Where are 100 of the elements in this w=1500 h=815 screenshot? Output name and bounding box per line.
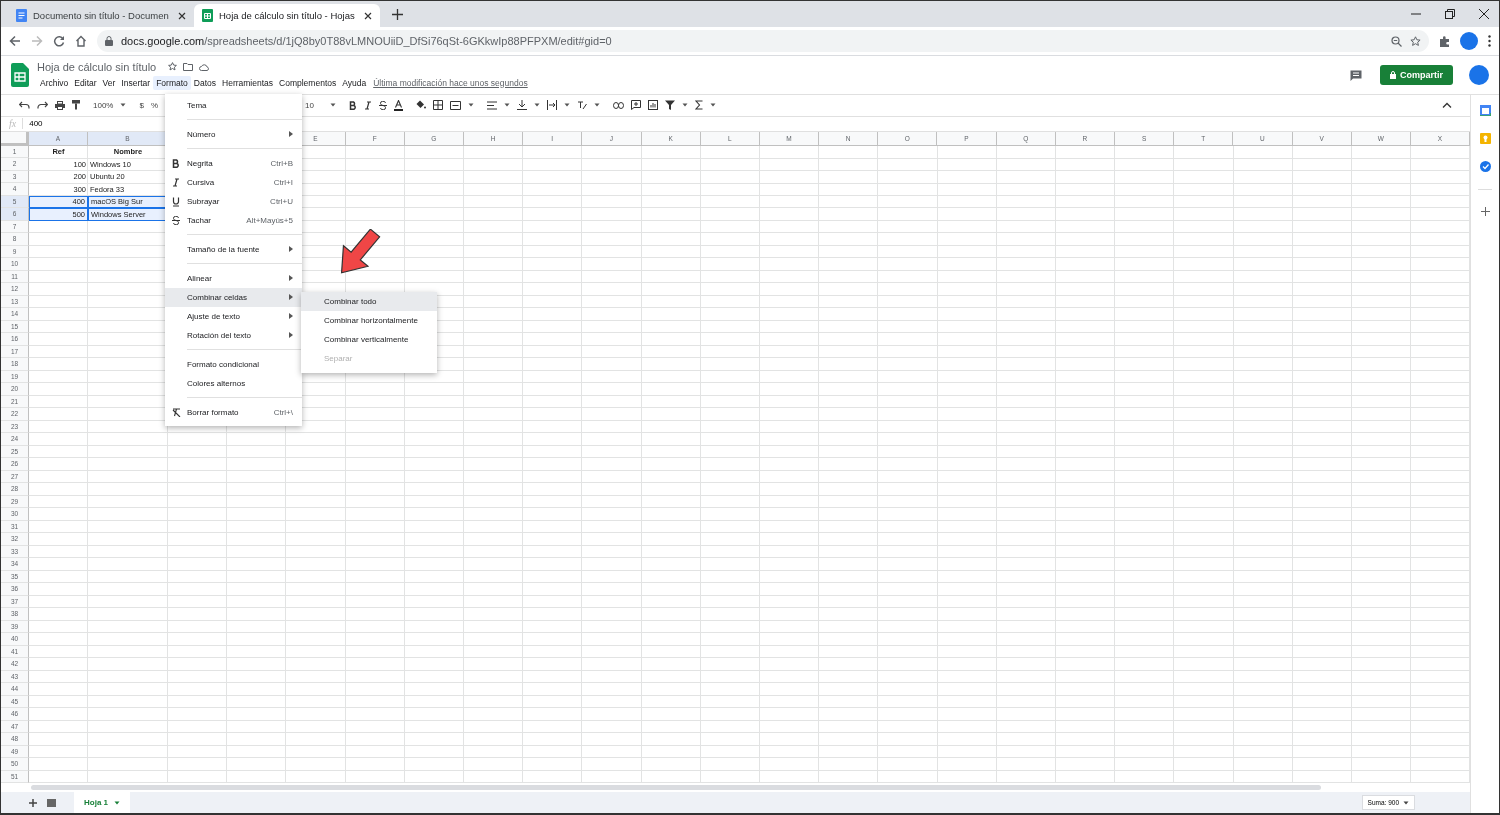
reload-icon[interactable] bbox=[53, 35, 65, 47]
new-tab-icon[interactable] bbox=[392, 8, 403, 20]
add-sheet-icon[interactable] bbox=[29, 798, 37, 807]
spreadsheet-icon bbox=[202, 9, 213, 22]
link-icon[interactable] bbox=[613, 101, 625, 109]
menu-item[interactable]: Archivo bbox=[37, 75, 72, 90]
caret-icon[interactable] bbox=[710, 103, 717, 108]
tasks-icon[interactable] bbox=[1479, 161, 1491, 172]
close-icon[interactable] bbox=[178, 11, 186, 20]
browser-tab[interactable]: Documento sin título - Documen bbox=[8, 4, 194, 27]
zoom-out-icon[interactable] bbox=[1391, 35, 1402, 47]
caret-icon[interactable] bbox=[120, 103, 127, 108]
bold-icon bbox=[172, 158, 180, 168]
star-icon[interactable] bbox=[1410, 35, 1421, 47]
menu-item[interactable]: Insertar bbox=[118, 75, 154, 90]
menu-item[interactable]: Datos bbox=[190, 75, 220, 90]
close-icon[interactable] bbox=[364, 11, 372, 20]
italic-icon[interactable] bbox=[364, 100, 373, 110]
redo-icon[interactable] bbox=[37, 101, 48, 110]
comment-icon[interactable] bbox=[631, 100, 642, 111]
sigma-icon[interactable] bbox=[695, 100, 704, 111]
menu-item[interactable]: Complementos bbox=[276, 75, 340, 90]
vertical-align-icon[interactable] bbox=[517, 100, 528, 111]
lock-icon bbox=[1390, 71, 1396, 79]
last-modified-link[interactable]: Última modificación hace unos segundos bbox=[373, 77, 528, 88]
sheet-tab[interactable]: Hoja 1 bbox=[74, 792, 130, 813]
borders-icon[interactable] bbox=[433, 100, 444, 111]
menu-item[interactable]: Formato bbox=[153, 75, 191, 90]
menu-item[interactable]: Combinar verticalmente bbox=[301, 330, 437, 349]
profile-avatar[interactable] bbox=[1460, 32, 1478, 50]
cloud-icon[interactable] bbox=[199, 62, 210, 71]
underline-icon bbox=[172, 196, 180, 207]
comment-icon[interactable] bbox=[1350, 69, 1362, 81]
menu-item[interactable]: Subrayar Ctrl+U bbox=[165, 191, 302, 211]
align-icon[interactable] bbox=[487, 100, 498, 110]
clear-format-icon bbox=[172, 407, 181, 417]
font-size-dropdown[interactable]: 10 bbox=[305, 100, 324, 110]
folder-icon[interactable] bbox=[183, 62, 194, 71]
print-icon[interactable] bbox=[55, 100, 65, 110]
caret-icon[interactable] bbox=[504, 103, 511, 108]
home-icon[interactable] bbox=[75, 35, 87, 47]
function-label: fx bbox=[9, 118, 24, 129]
caret-icon[interactable] bbox=[468, 103, 475, 108]
menu-item[interactable]: Cursiva Ctrl+I bbox=[165, 172, 302, 192]
paint-format-icon[interactable] bbox=[72, 100, 80, 111]
menu-item[interactable]: Tamaño de la fuente bbox=[165, 239, 302, 259]
sheet-list-icon[interactable] bbox=[47, 798, 56, 807]
menu-item[interactable]: Alinear bbox=[165, 268, 302, 288]
strikethrough-icon bbox=[172, 215, 180, 225]
caret-icon[interactable] bbox=[594, 103, 601, 108]
menu-item[interactable]: Editar bbox=[71, 75, 100, 90]
caret-icon[interactable] bbox=[330, 103, 337, 108]
menu-item[interactable]: Colores alternos bbox=[165, 373, 302, 393]
menu-item[interactable]: Combinar celdas bbox=[165, 287, 302, 307]
chart-icon[interactable] bbox=[648, 100, 659, 111]
caret-icon[interactable] bbox=[564, 103, 571, 108]
add-icon[interactable] bbox=[1480, 207, 1490, 216]
menu-item[interactable]: Tema bbox=[165, 95, 302, 115]
zoom-dropdown[interactable]: 100% bbox=[93, 100, 114, 110]
undo-icon[interactable] bbox=[19, 101, 30, 110]
percent-button[interactable]: % bbox=[150, 100, 159, 110]
menu-item[interactable]: Combinar horizontalmente bbox=[301, 311, 437, 330]
browser-tab[interactable]: Hoja de cálculo sin título - Hojas bbox=[194, 4, 380, 27]
lock-icon bbox=[105, 36, 113, 46]
text-color-icon[interactable] bbox=[394, 99, 404, 111]
fill-color-icon[interactable] bbox=[416, 100, 427, 111]
profile-avatar[interactable] bbox=[1469, 65, 1489, 85]
caret-icon[interactable] bbox=[682, 103, 689, 108]
menu-item[interactable]: Ajuste de texto bbox=[165, 306, 302, 326]
puzzle-icon[interactable] bbox=[1439, 35, 1450, 47]
caret-icon[interactable] bbox=[534, 103, 541, 108]
menu-item[interactable]: Formato condicional bbox=[165, 354, 302, 374]
merge-cells-icon[interactable] bbox=[450, 100, 462, 110]
filter-icon[interactable] bbox=[665, 100, 676, 111]
strikethrough-icon[interactable] bbox=[379, 100, 388, 110]
caret-icon bbox=[114, 800, 120, 805]
menu-item[interactable]: Herramientas bbox=[219, 75, 277, 90]
scrollbar[interactable] bbox=[31, 785, 1321, 790]
menu-item[interactable]: Negrita Ctrl+B bbox=[165, 153, 302, 173]
document-title[interactable]: Hoja de cálculo sin título bbox=[37, 60, 157, 73]
menu-item[interactable]: Tachar Alt+Mayús+5 bbox=[165, 210, 302, 230]
menu-item[interactable]: Combinar todo bbox=[301, 292, 437, 311]
bold-icon[interactable] bbox=[349, 100, 358, 110]
text-rotation-icon[interactable] bbox=[577, 100, 588, 111]
restore-icon[interactable] bbox=[1445, 9, 1455, 19]
menu-item[interactable]: Ayuda bbox=[339, 75, 370, 90]
close-icon[interactable] bbox=[1479, 9, 1489, 19]
sheets-logo-icon bbox=[11, 63, 29, 87]
text-wrap-icon[interactable] bbox=[547, 100, 558, 111]
menu-item[interactable]: Borrar formato Ctrl+\ bbox=[165, 402, 302, 422]
share-button[interactable]: Compartir bbox=[1380, 65, 1453, 85]
currency-button[interactable]: $ bbox=[139, 100, 144, 110]
back-icon[interactable] bbox=[9, 35, 21, 47]
more-icon[interactable] bbox=[1488, 35, 1491, 47]
menu-item[interactable]: Ver bbox=[99, 75, 119, 90]
menu-item[interactable]: Rotación del texto bbox=[165, 325, 302, 345]
calendar-icon[interactable] bbox=[1479, 105, 1491, 116]
star-icon[interactable] bbox=[168, 62, 178, 71]
collapse-icon[interactable] bbox=[1442, 102, 1452, 109]
caret-icon bbox=[1403, 800, 1409, 805]
